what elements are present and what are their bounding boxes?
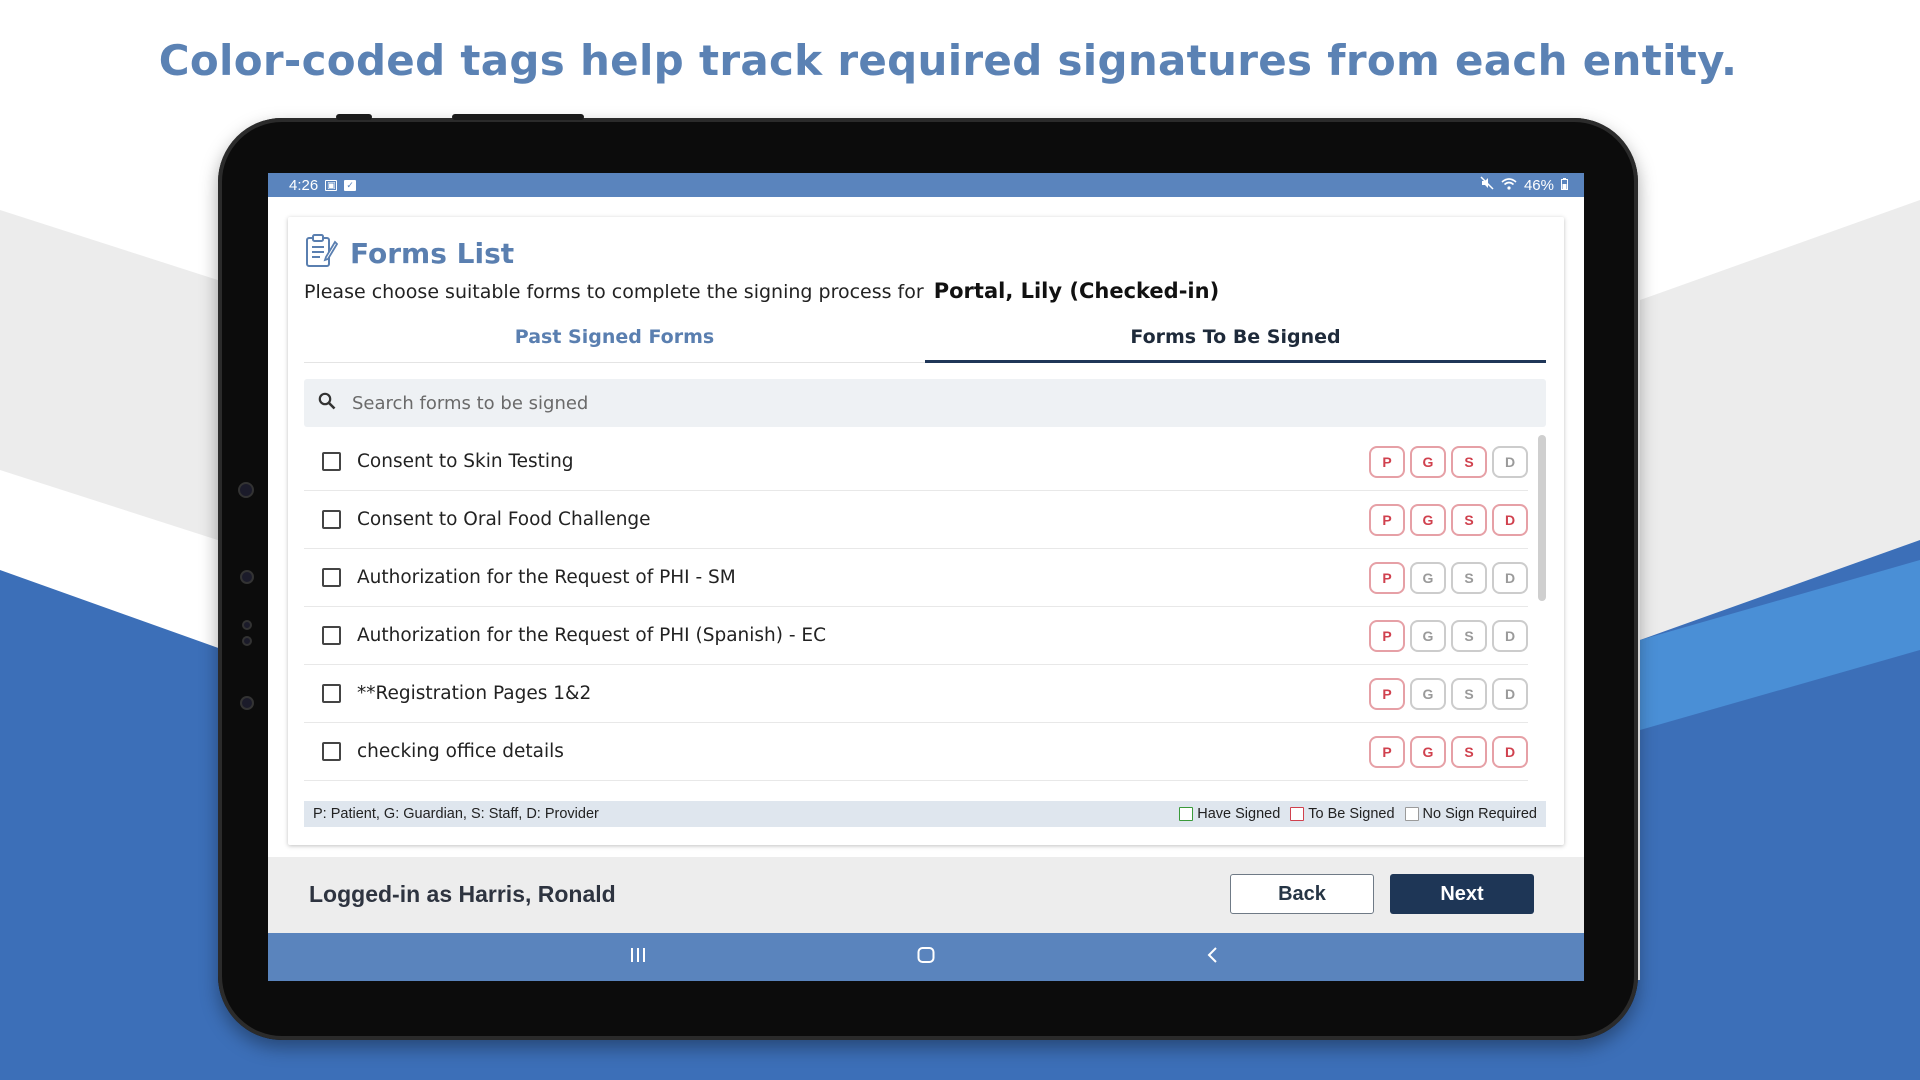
legend-to-be-signed: To Be Signed	[1290, 806, 1395, 822]
tag-staff: S	[1451, 619, 1487, 652]
subtitle-text: Please choose suitable forms to complete…	[304, 281, 924, 303]
tag-provider: D	[1492, 677, 1528, 710]
tab-past-signed-forms[interactable]: Past Signed Forms	[304, 311, 925, 363]
tag-patient: P	[1369, 677, 1405, 710]
form-checkbox[interactable]	[322, 452, 341, 471]
green-square-icon	[1179, 807, 1194, 821]
tag-staff: S	[1451, 735, 1487, 768]
tag-guardian: G	[1410, 503, 1446, 536]
legend-key: P: Patient, G: Guardian, S: Staff, D: Pr…	[313, 806, 599, 822]
headline: Color-coded tags help track required sig…	[158, 36, 1738, 85]
legend-have-signed: Have Signed	[1179, 806, 1280, 822]
form-label: **Registration Pages 1&2	[357, 683, 592, 704]
battery-text: 46%	[1523, 176, 1554, 194]
list-scrollbar[interactable]	[1538, 435, 1546, 723]
page-title: Forms List	[350, 237, 515, 270]
form-label: Authorization for the Request of PHI (Sp…	[357, 625, 827, 646]
form-label: Authorization for the Request of PHI - S…	[357, 567, 736, 588]
tag-guardian: G	[1410, 561, 1446, 594]
search-icon	[318, 392, 336, 415]
list-item[interactable]: **Registration Pages 1&2 P G S D	[304, 665, 1528, 723]
battery-icon	[1561, 177, 1568, 194]
forms-list-card: Forms List Please choose suitable forms …	[288, 217, 1564, 845]
form-label: Consent to Skin Testing	[357, 451, 574, 472]
list-item[interactable]: Consent to Oral Food Challenge P G S D	[304, 491, 1528, 549]
image-icon: ▣	[325, 179, 338, 191]
tablet-camera-icon	[238, 482, 254, 498]
tag-patient: P	[1369, 445, 1405, 478]
form-checkbox[interactable]	[322, 742, 341, 761]
tag-guardian: G	[1410, 677, 1446, 710]
tablet-sensor-icon	[242, 636, 252, 646]
tablet-sensor-icon	[240, 570, 254, 584]
tablet-button-top-volume	[452, 114, 584, 120]
tablet-screen: 4:26 ▣ ✓ 46% Forms List Please choose su…	[268, 173, 1584, 981]
tab-bar: Past Signed Forms Forms To Be Signed	[304, 311, 1546, 363]
logged-in-user: Logged-in as Harris, Ronald	[309, 881, 616, 907]
forms-list: Consent to Skin Testing P G S D Consent …	[304, 433, 1528, 781]
legend-no-sign-required-label: No Sign Required	[1422, 806, 1537, 822]
status-time: 4:26	[289, 176, 319, 194]
form-checkbox[interactable]	[322, 684, 341, 703]
form-checkbox[interactable]	[322, 510, 341, 529]
form-checkbox[interactable]	[322, 568, 341, 587]
list-item[interactable]: checking office details P G S D	[304, 723, 1528, 781]
scrollbar-thumb[interactable]	[1538, 435, 1546, 601]
tablet-sensor-icon	[242, 620, 252, 630]
recents-icon[interactable]	[628, 945, 648, 971]
tag-provider: D	[1492, 503, 1528, 536]
tag-guardian: G	[1410, 735, 1446, 768]
legend-no-sign-required: No Sign Required	[1404, 806, 1537, 822]
search-input[interactable]	[352, 392, 1352, 414]
tag-guardian: G	[1410, 619, 1446, 652]
legend-to-be-signed-label: To Be Signed	[1308, 806, 1395, 822]
tag-staff: S	[1451, 561, 1487, 594]
signature-tags: P G S D	[1369, 677, 1528, 710]
signature-tags: P G S D	[1369, 735, 1528, 768]
search-bar	[304, 379, 1546, 427]
tag-provider: D	[1492, 561, 1528, 594]
status-bar: 4:26 ▣ ✓ 46%	[268, 173, 1584, 197]
tablet-button-top-left	[336, 114, 372, 120]
tag-patient: P	[1369, 619, 1405, 652]
signature-tags: P G S D	[1369, 445, 1528, 478]
tag-patient: P	[1369, 561, 1405, 594]
tag-patient: P	[1369, 503, 1405, 536]
back-button[interactable]: Back	[1230, 874, 1374, 914]
gray-square-icon	[1404, 807, 1419, 821]
tag-guardian: G	[1410, 445, 1446, 478]
page-subtitle: Please choose suitable forms to complete…	[304, 279, 1219, 303]
mute-icon	[1480, 176, 1494, 194]
list-item[interactable]: Consent to Skin Testing P G S D	[304, 433, 1528, 491]
list-item[interactable]: Authorization for the Request of PHI - S…	[304, 549, 1528, 607]
tag-provider: D	[1492, 735, 1528, 768]
tablet-sensor-icon	[240, 696, 254, 710]
form-label: checking office details	[357, 741, 564, 762]
list-item[interactable]: Authorization for the Request of PHI (Sp…	[304, 607, 1528, 665]
signature-tags: P G S D	[1369, 619, 1528, 652]
legend-have-signed-label: Have Signed	[1197, 806, 1281, 822]
android-nav-bar	[268, 933, 1584, 981]
form-checkbox[interactable]	[322, 626, 341, 645]
tag-patient: P	[1369, 735, 1405, 768]
tab-forms-to-be-signed[interactable]: Forms To Be Signed	[925, 311, 1546, 363]
tag-provider: D	[1492, 619, 1528, 652]
form-label: Consent to Oral Food Challenge	[357, 509, 651, 530]
tag-staff: S	[1451, 503, 1487, 536]
document-edit-icon	[304, 233, 339, 274]
signature-tags: P G S D	[1369, 503, 1528, 536]
signature-tags: P G S D	[1369, 561, 1528, 594]
red-square-icon	[1290, 807, 1305, 821]
legend-bar: P: Patient, G: Guardian, S: Staff, D: Pr…	[304, 801, 1546, 827]
tag-staff: S	[1451, 677, 1487, 710]
footer-bar: Logged-in as Harris, Ronald Back Next	[268, 857, 1584, 933]
wifi-icon	[1501, 177, 1517, 194]
home-icon[interactable]	[916, 945, 936, 971]
next-button[interactable]: Next	[1390, 874, 1534, 914]
patient-name: Portal, Lily (Checked-in)	[933, 279, 1220, 303]
tag-staff: S	[1451, 445, 1487, 478]
back-icon[interactable]	[1203, 945, 1223, 971]
check-box-icon: ✓	[344, 179, 357, 191]
tag-provider: D	[1492, 445, 1528, 478]
